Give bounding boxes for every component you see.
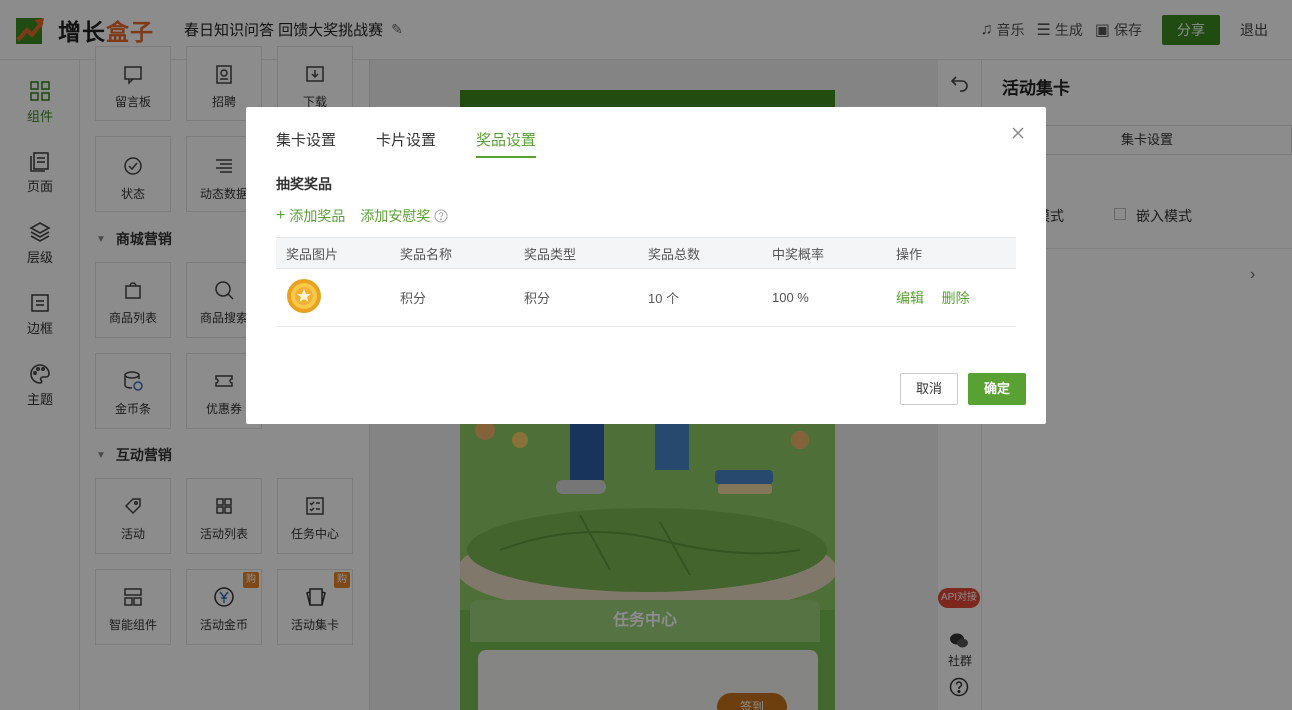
prize-name: 积分: [400, 291, 427, 306]
prize-image-cell: [276, 278, 400, 317]
confirm-button[interactable]: 确定: [968, 373, 1026, 405]
modal-tabs: 集卡设置 卡片设置 奖品设置: [276, 129, 576, 158]
cancel-button[interactable]: 取消: [900, 373, 958, 405]
add-consolation-link[interactable]: 添加安慰奖: [360, 206, 430, 226]
edit-link[interactable]: 编辑: [896, 290, 924, 306]
col-actions: 操作: [896, 246, 923, 262]
plus-icon: +: [276, 207, 286, 224]
points-coin-icon: [287, 279, 321, 313]
question-circle-icon[interactable]: [434, 209, 448, 223]
add-prize-link[interactable]: 添加奖品: [289, 206, 345, 226]
prize-settings-modal: 集卡设置 卡片设置 奖品设置 抽奖奖品 + 添加奖品 添加安慰奖 奖品图片 奖品…: [246, 107, 1046, 424]
prize-total: 10 个: [648, 291, 680, 306]
prize-table: 奖品图片 奖品名称 奖品类型 奖品总数 中奖概率 操作 积分 积分 10 个 1…: [276, 237, 1016, 327]
delete-link[interactable]: 删除: [942, 290, 970, 306]
win-rate: 100 %: [772, 290, 809, 305]
lottery-prize-heading: 抽奖奖品: [276, 176, 332, 192]
col-prize-type: 奖品类型: [524, 246, 577, 262]
tab-card-collect-settings[interactable]: 集卡设置: [276, 129, 336, 158]
col-prize-total: 奖品总数: [648, 246, 701, 262]
col-win-rate: 中奖概率: [772, 246, 825, 262]
close-icon[interactable]: [1010, 125, 1026, 141]
prize-actions: + 添加奖品 添加安慰奖: [276, 206, 448, 226]
col-prize-image: 奖品图片: [286, 246, 339, 262]
col-prize-name: 奖品名称: [400, 246, 453, 262]
prize-type: 积分: [524, 291, 551, 306]
table-header: 奖品图片 奖品名称 奖品类型 奖品总数 中奖概率 操作: [276, 237, 1016, 269]
tab-prize-settings[interactable]: 奖品设置: [476, 129, 537, 158]
tab-card-settings[interactable]: 卡片设置: [376, 129, 436, 158]
row-actions: 编辑 删除: [896, 288, 1016, 308]
table-row: 积分 积分 10 个 100 % 编辑 删除: [276, 269, 1016, 327]
